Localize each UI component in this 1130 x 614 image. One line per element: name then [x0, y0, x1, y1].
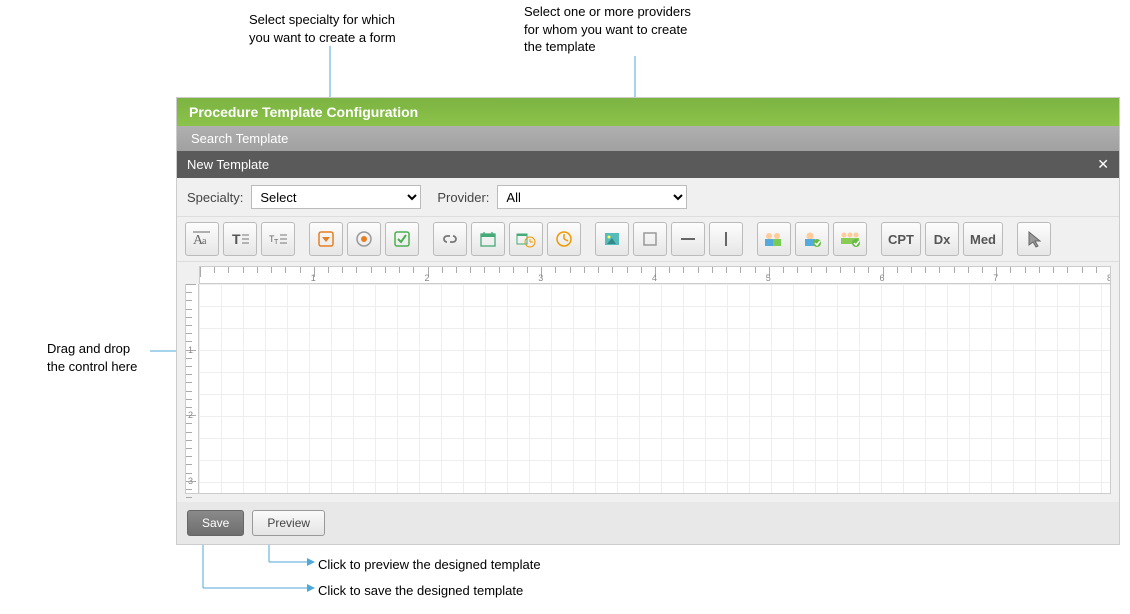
staff-tool-icon[interactable] — [757, 222, 791, 256]
annotation-dragdrop: Drag and drop the control here — [47, 340, 167, 375]
preview-button[interactable]: Preview — [252, 510, 325, 536]
vline-tool-icon[interactable] — [709, 222, 743, 256]
window-title: Procedure Template Configuration — [177, 98, 1119, 126]
calendar-tool-icon[interactable] — [471, 222, 505, 256]
annotation-preview: Click to preview the designed template — [318, 556, 541, 574]
svg-text:a: a — [202, 236, 207, 247]
annotation-provider: Select one or more providers for whom yo… — [524, 3, 754, 56]
hline-tool-icon[interactable] — [671, 222, 705, 256]
save-button[interactable]: Save — [187, 510, 244, 536]
canvas-area: // populated below 12345678 123 — [177, 262, 1119, 502]
new-template-label: New Template — [187, 157, 269, 172]
specialty-label: Specialty: — [187, 190, 243, 205]
annotation-specialty: Select specialty for which you want to c… — [249, 11, 469, 46]
provider-tool-icon[interactable] — [795, 222, 829, 256]
new-template-bar: New Template ✕ — [177, 151, 1119, 178]
textarea-tool-icon[interactable]: TT — [261, 222, 295, 256]
image-tool-icon[interactable] — [595, 222, 629, 256]
design-canvas[interactable] — [199, 284, 1111, 494]
ruler-vertical: 123 — [185, 284, 199, 494]
group-tool-icon[interactable] — [833, 222, 867, 256]
ruler-horizontal: // populated below 12345678 — [199, 266, 1111, 284]
checkbox-tool-icon[interactable] — [385, 222, 419, 256]
med-tool-button[interactable]: Med — [963, 222, 1003, 256]
dx-tool-button[interactable]: Dx — [925, 222, 959, 256]
provider-label: Provider: — [437, 190, 489, 205]
textbox-tool-icon[interactable]: T — [223, 222, 257, 256]
toolbar: Aa T TT — [177, 217, 1119, 262]
svg-text:T: T — [232, 231, 241, 247]
pointer-tool-icon[interactable] — [1017, 222, 1051, 256]
datetime-tool-icon[interactable] — [509, 222, 543, 256]
annotation-save: Click to save the designed template — [318, 582, 523, 600]
cpt-tool-button[interactable]: CPT — [881, 222, 921, 256]
radio-tool-icon[interactable] — [347, 222, 381, 256]
close-icon[interactable]: ✕ — [1097, 156, 1109, 173]
time-tool-icon[interactable] — [547, 222, 581, 256]
app-window: Procedure Template Configuration Search … — [176, 97, 1120, 545]
label-tool-icon[interactable]: Aa — [185, 222, 219, 256]
search-template-bar[interactable]: Search Template — [177, 126, 1119, 151]
form-row: Specialty: Select Provider: All — [177, 178, 1119, 217]
box-tool-icon[interactable] — [633, 222, 667, 256]
link-tool-icon[interactable] — [433, 222, 467, 256]
specialty-select[interactable]: Select — [251, 185, 421, 209]
footer: Save Preview — [177, 502, 1119, 544]
provider-select[interactable]: All — [497, 185, 687, 209]
dropdown-tool-icon[interactable] — [309, 222, 343, 256]
svg-text:T: T — [274, 239, 279, 246]
